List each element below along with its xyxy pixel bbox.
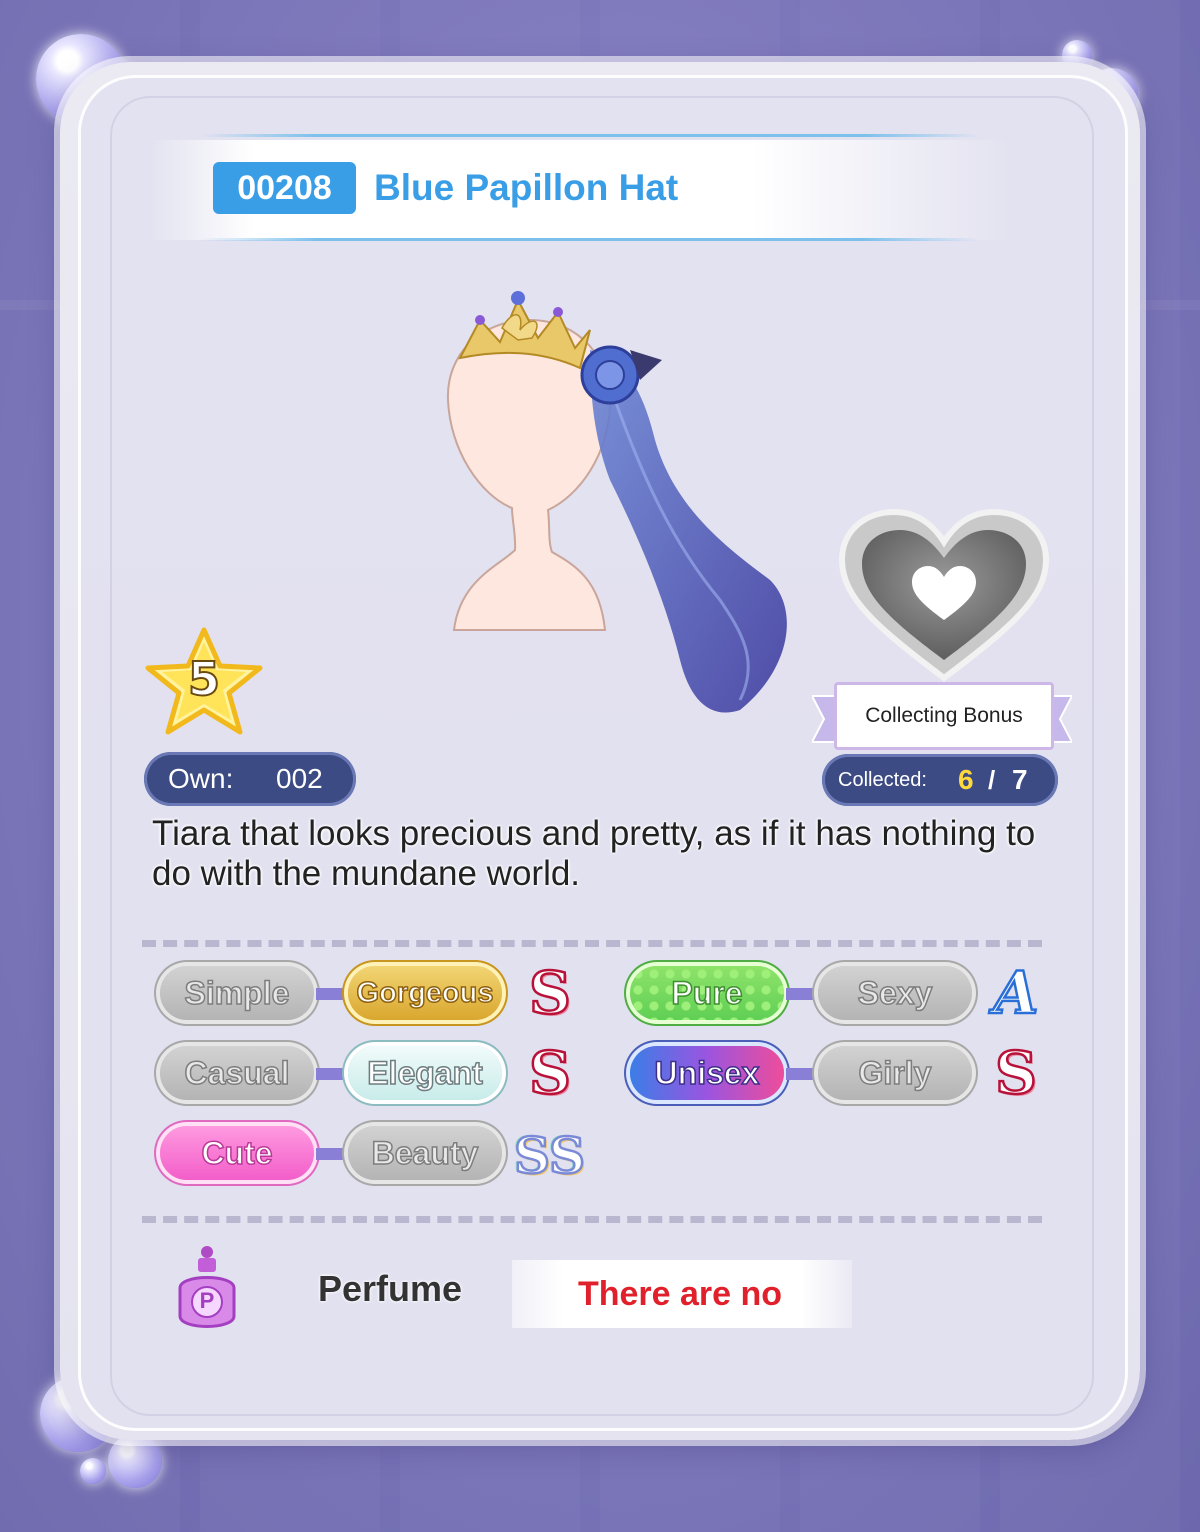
item-name: Blue Papillon Hat — [374, 167, 679, 208]
attribute-simple: Simple — [160, 966, 314, 1020]
bubble-icon — [108, 1434, 162, 1488]
attribute-grade: S — [528, 959, 572, 1027]
collecting-bonus-label[interactable]: Collecting Bonus — [834, 682, 1054, 750]
own-value: 002 — [276, 763, 323, 794]
attribute-sexy: Sexy — [818, 966, 972, 1020]
collected-pill: Collected: 6 / 7 — [822, 754, 1058, 806]
attribute-beauty: Beauty — [348, 1126, 502, 1180]
collected-separator: / — [988, 765, 996, 795]
attribute-elegant: Elegant — [348, 1046, 502, 1100]
attribute-connector — [786, 1068, 820, 1080]
attribute-casual: Casual — [160, 1046, 314, 1100]
perfume-value: There are no — [577, 1275, 783, 1313]
title-divider — [200, 238, 980, 241]
own-count-pill: Own: 002 — [144, 752, 356, 806]
item-id-badge: 00208 — [213, 162, 356, 214]
rarity-value: 5 — [187, 651, 221, 707]
attribute-connector — [786, 988, 820, 1000]
collected-label: Collected: — [838, 769, 927, 791]
attribute-grade: S — [994, 1039, 1038, 1107]
collected-total: 7 — [1012, 764, 1028, 795]
item-description: Tiara that looks precious and pretty, as… — [152, 814, 1036, 893]
attribute-grade: S — [528, 1039, 572, 1107]
collected-count: 6 — [958, 764, 974, 795]
attribute-grade: A — [992, 959, 1040, 1027]
attribute-unisex: Unisex — [630, 1046, 784, 1100]
attribute-girly: Girly — [818, 1046, 972, 1100]
attribute-cute: Cute — [160, 1126, 314, 1180]
own-label: Own: — [168, 763, 234, 794]
divider — [142, 940, 1042, 947]
attribute-grade: SS — [513, 1125, 587, 1187]
bubble-icon — [80, 1458, 106, 1484]
heart-icon[interactable] — [838, 508, 1050, 684]
attribute-gorgeous: Gorgeous — [348, 966, 502, 1020]
attribute-connector — [316, 1068, 350, 1080]
title-divider — [200, 134, 980, 137]
item-artwork — [446, 291, 787, 713]
attribute-connector — [316, 988, 350, 1000]
perfume-icon-letter: P — [199, 1288, 215, 1313]
perfume-label: Perfume — [318, 1268, 463, 1309]
attribute-pure: Pure — [630, 966, 784, 1020]
attribute-connector — [316, 1148, 350, 1160]
divider — [142, 1216, 1042, 1223]
